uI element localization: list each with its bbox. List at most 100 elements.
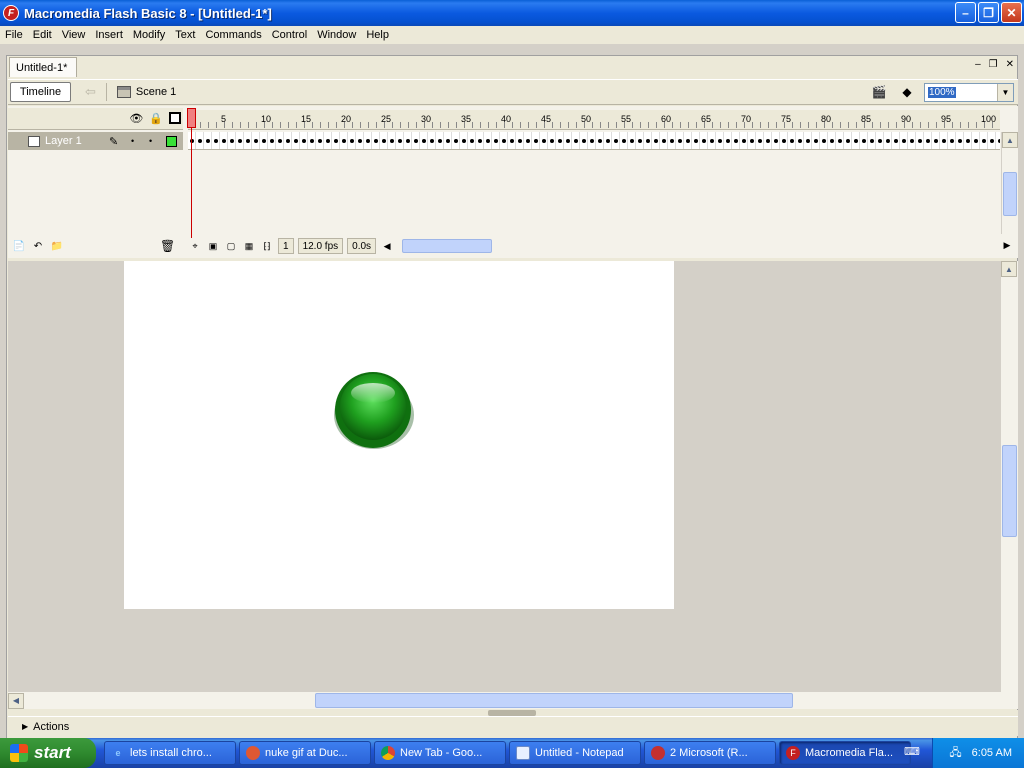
frame-cell[interactable] [868,132,876,149]
menu-window[interactable]: Window [312,29,361,41]
visibility-dot-icon[interactable]: • [131,136,134,146]
frame-cell[interactable] [996,132,1000,149]
frame-cell[interactable] [444,132,452,149]
timeline-toggle-button[interactable]: Timeline [10,82,71,102]
layer-outline-color[interactable] [166,135,177,147]
onion-outline-icon[interactable]: ▢ [224,239,238,253]
frame-cell[interactable] [276,132,284,149]
menu-view[interactable]: View [57,29,91,41]
center-frame-icon[interactable]: ⌖ [188,239,202,253]
edit-symbols-icon[interactable]: ◆ [896,82,918,102]
task-duckduckgo[interactable]: nuke gif at Duc... [239,741,371,765]
frame-cell[interactable] [684,132,692,149]
frame-cell[interactable] [196,132,204,149]
expand-arrow-icon[interactable]: ▶ [22,722,28,731]
frame-cell[interactable] [260,132,268,149]
frame-cell[interactable] [884,132,892,149]
menu-file[interactable]: File [0,29,28,41]
frame-cell[interactable] [548,132,556,149]
frame-cell[interactable] [636,132,644,149]
frame-cell[interactable] [204,132,212,149]
frame-cell[interactable] [492,132,500,149]
modify-onion-markers-icon[interactable]: ⁅⁆ [260,239,274,253]
frame-cell[interactable] [940,132,948,149]
stage-scroll-left-icon[interactable]: ◀ [8,692,24,709]
frame-cell[interactable] [308,132,316,149]
doc-restore-button[interactable]: ❐ [989,59,998,70]
scene-label[interactable]: Scene 1 [136,86,176,98]
frame-cell[interactable] [788,132,796,149]
frame-cell[interactable] [812,132,820,149]
trash-icon[interactable]: 🗑 [160,239,175,253]
frame-cell[interactable] [924,132,932,149]
add-motion-guide-icon[interactable]: ↶ [30,239,46,253]
frame-cell[interactable] [956,132,964,149]
flash-app-icon[interactable]: F [3,5,19,21]
frame-cell[interactable] [796,132,804,149]
stage-scroll-thumb[interactable] [1002,445,1017,537]
frame-cell[interactable] [980,132,988,149]
frame-cell[interactable] [252,132,260,149]
frame-cell[interactable] [804,132,812,149]
frame-cell[interactable] [452,132,460,149]
menu-edit[interactable]: Edit [28,29,57,41]
scroll-right-icon[interactable]: ▶ [1000,238,1014,252]
actions-label[interactable]: Actions [33,721,69,733]
frame-cell[interactable] [436,132,444,149]
frame-cell[interactable] [412,132,420,149]
frame-cell[interactable] [212,132,220,149]
frame-cell[interactable] [700,132,708,149]
frame-cell[interactable] [916,132,924,149]
timeline-vertical-scrollbar[interactable]: ▲ [1001,132,1018,234]
frame-cell[interactable] [508,132,516,149]
eye-icon[interactable]: 👁 [129,112,143,125]
layer-row[interactable]: Layer 1 ✎ • • [8,132,183,150]
doc-minimize-button[interactable]: – [975,59,981,70]
frame-cell[interactable] [732,132,740,149]
start-button[interactable]: start [0,738,96,768]
playhead[interactable] [187,108,196,128]
frame-cell[interactable] [268,132,276,149]
scroll-up-icon[interactable]: ▲ [1002,132,1018,148]
frame-cell[interactable] [948,132,956,149]
frame-cell[interactable] [476,132,484,149]
layer-frames[interactable] [188,132,1000,150]
frame-cell[interactable] [852,132,860,149]
zoom-select[interactable]: 100% ▼ [924,82,1014,102]
frame-cell[interactable] [572,132,580,149]
frame-cell[interactable] [724,132,732,149]
frame-cell[interactable] [580,132,588,149]
frame-cell[interactable] [388,132,396,149]
task-flash[interactable]: F Macromedia Fla... [779,741,911,765]
outline-icon[interactable] [169,112,181,124]
frame-cell[interactable] [468,132,476,149]
frame-cell[interactable] [316,132,324,149]
frame-cell[interactable] [220,132,228,149]
doc-close-button[interactable]: ✕ [1006,59,1014,70]
edit-scene-icon[interactable]: 🎬 [868,82,890,102]
frame-cell[interactable] [836,132,844,149]
keyboard-icon[interactable]: ⌨ [904,745,920,759]
frame-cell[interactable] [644,132,652,149]
frame-cell[interactable] [756,132,764,149]
frame-ruler[interactable]: 1510152025303540455055606570758085909510… [188,110,1000,130]
frame-cell[interactable] [524,132,532,149]
frame-cell[interactable] [244,132,252,149]
maximize-button[interactable]: ❐ [978,2,999,23]
frame-cell[interactable] [820,132,828,149]
frame-cell[interactable] [380,132,388,149]
frame-cell[interactable] [236,132,244,149]
frame-cell[interactable] [772,132,780,149]
frame-cell[interactable] [228,132,236,149]
insert-folder-icon[interactable]: 📁 [49,239,65,253]
lock-icon[interactable]: 🔒 [149,112,163,125]
frame-cell[interactable] [708,132,716,149]
scroll-thumb[interactable] [1003,172,1017,216]
layer-name[interactable]: Layer 1 [45,135,82,147]
frame-cell[interactable] [692,132,700,149]
actions-panel-header[interactable]: ▶ Actions [8,716,1018,736]
stage-scroll-up-icon[interactable]: ▲ [1001,261,1017,277]
menu-text[interactable]: Text [170,29,200,41]
task-chrome[interactable]: New Tab - Goo... [374,741,506,765]
lock-dot-icon[interactable]: • [149,136,152,146]
